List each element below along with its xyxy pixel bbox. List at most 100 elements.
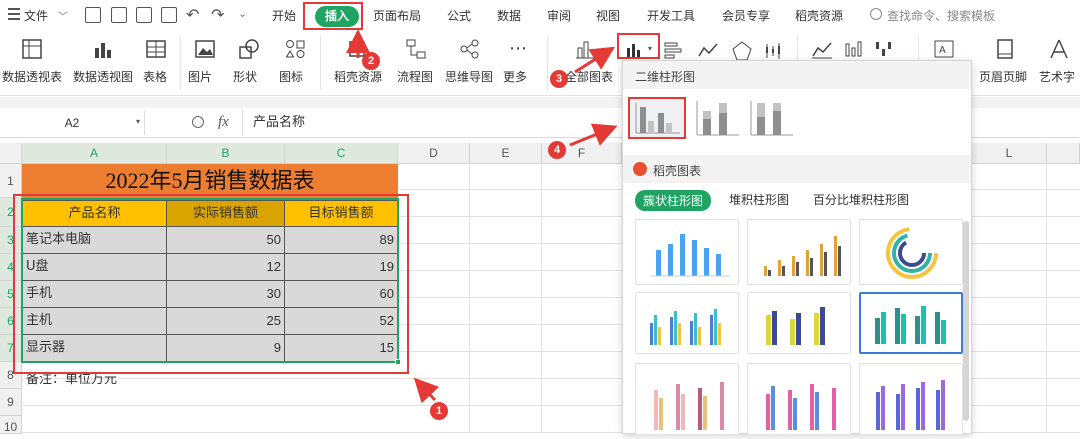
chart-template-thumb[interactable] [859, 292, 963, 354]
shape-button[interactable]: 形状 [233, 68, 257, 85]
radar-chart-icon[interactable] [731, 40, 753, 62]
mindmap-button[interactable]: 思维导图 [445, 68, 493, 85]
undo-icon[interactable]: ↶ [186, 5, 199, 24]
art-text-icon [1050, 39, 1068, 59]
more-chevron-icon[interactable]: ⌄ [238, 7, 247, 20]
pivot-chart-button[interactable]: 数据透视图 [73, 68, 133, 85]
subtab-stacked[interactable]: 堆积柱形图 [729, 191, 789, 208]
chart-template-thumb[interactable] [747, 292, 851, 354]
tab-member[interactable]: 会员专享 [722, 7, 770, 24]
file-menu[interactable]: 文件 [24, 7, 48, 24]
flowchart-button[interactable]: 流程图 [397, 68, 433, 85]
chevron-down-icon[interactable]: ﹀ [58, 8, 68, 23]
tab-review[interactable]: 审阅 [547, 7, 571, 24]
stacked-column-option[interactable] [693, 99, 743, 139]
chart-template-thumb[interactable] [859, 363, 963, 435]
chart-template-thumb[interactable] [635, 292, 739, 354]
name-box-value: A2 [64, 116, 80, 130]
redo-icon[interactable]: ↷ [211, 5, 224, 24]
more-icon: ⋯ [509, 38, 527, 59]
row-header-1[interactable]: 1 [0, 164, 22, 198]
line-chart-icon[interactable] [697, 40, 719, 62]
win-loss-icon[interactable] [873, 38, 895, 60]
column-header-d[interactable]: D [398, 143, 470, 164]
export-icon[interactable] [111, 7, 127, 23]
pivot-table-button[interactable]: 数据透视表 [2, 68, 62, 85]
fx-label[interactable]: fx [218, 114, 229, 131]
grid-col-line [1046, 164, 1047, 434]
clustered-column-thumb-icon [635, 103, 680, 134]
clustered-column-option[interactable] [628, 97, 686, 139]
tab-docer[interactable]: 稻壳资源 [795, 7, 843, 24]
name-box-dropdown-icon[interactable]: ▾ [136, 117, 140, 126]
column-header-e[interactable]: E [470, 143, 542, 164]
all-charts-button[interactable]: 全部图表 [565, 68, 613, 85]
column-header-b[interactable]: B [167, 143, 285, 164]
text-box-icon: A [934, 40, 954, 58]
header-footer-button[interactable]: 页眉页脚 [979, 68, 1027, 85]
chart-template-thumb[interactable] [635, 363, 739, 435]
zoom-search-icon[interactable] [192, 116, 204, 128]
template-chart-preview [766, 307, 825, 345]
mini-column-icon[interactable] [843, 38, 865, 60]
annotation-badge-4: 4 [548, 141, 566, 159]
tab-developer[interactable]: 开发工具 [647, 7, 695, 24]
template-chart-preview [650, 234, 730, 277]
sheet-title[interactable]: 2022年5月销售数据表 [22, 164, 398, 198]
icons-button[interactable]: 图标 [279, 68, 303, 85]
template-chart-preview [766, 384, 836, 430]
hamburger-icon[interactable] [8, 8, 20, 20]
stock-chart-icon[interactable] [763, 40, 785, 62]
template-chart-preview [876, 380, 945, 430]
template-chart-preview [654, 382, 724, 430]
column-header-m[interactable] [1047, 143, 1080, 164]
template-chart-preview [764, 236, 841, 276]
grid-col-line [541, 164, 542, 434]
annotation-badge-1: 1 [430, 402, 448, 420]
picture-button[interactable]: 图片 [188, 68, 212, 85]
tab-view[interactable]: 视图 [596, 7, 620, 24]
percent-stacked-column-option[interactable] [747, 99, 797, 139]
tab-home[interactable]: 开始 [272, 7, 296, 24]
command-search[interactable]: 查找命令、搜索模板 [887, 7, 995, 24]
template-chart-preview [875, 306, 946, 344]
art-text-button[interactable]: 艺术字 [1039, 68, 1075, 85]
docer-resource-button[interactable]: 稻壳资源 [334, 68, 382, 85]
shape-icon [239, 39, 259, 59]
chart-template-thumb[interactable] [635, 219, 739, 285]
chart-template-thumb[interactable] [747, 219, 851, 285]
save-icon[interactable] [85, 7, 101, 23]
table-button[interactable]: 表格 [143, 68, 167, 85]
column-header-l[interactable]: L [972, 143, 1047, 164]
ribbon-separator [320, 36, 321, 90]
panel-scrollbar[interactable] [963, 221, 969, 421]
print-icon[interactable] [136, 7, 152, 23]
chart-template-thumb[interactable] [747, 363, 851, 435]
sparkline-icon[interactable] [811, 38, 833, 60]
column-header-a[interactable]: A [22, 143, 167, 164]
column-chart-dropdown: 二维柱形图 稻壳图表 簇状柱形图 堆积柱形图 百分比堆积柱形图 [622, 60, 972, 435]
name-box[interactable]: A2 [0, 111, 145, 135]
tab-page-layout[interactable]: 页面布局 [373, 7, 421, 24]
ribbon-separator [180, 36, 181, 90]
select-all-corner[interactable] [0, 143, 22, 164]
subtab-percent-stacked[interactable]: 百分比堆积柱形图 [813, 191, 909, 208]
row-header-9[interactable]: 9 [0, 389, 22, 416]
ribbon-separator [547, 36, 548, 90]
preview-icon[interactable] [161, 7, 177, 23]
tab-formulas[interactable]: 公式 [447, 7, 471, 24]
mindmap-icon [460, 39, 479, 59]
search-icon[interactable] [870, 8, 882, 20]
template-chart-preview [886, 227, 938, 279]
subtab-clustered[interactable]: 簇状柱形图 [635, 190, 712, 211]
pivot-chart-icon [95, 43, 111, 58]
row-header-10[interactable]: 10 [0, 416, 22, 434]
tab-data[interactable]: 数据 [497, 7, 521, 24]
more-button[interactable]: 更多 [503, 68, 527, 85]
formula-input[interactable]: 产品名称 [242, 110, 622, 136]
annotation-badge-2: 2 [362, 52, 380, 70]
bar-chart-icon[interactable] [662, 40, 684, 62]
chart-template-thumb[interactable] [859, 219, 963, 285]
pivot-table-icon [22, 39, 42, 59]
column-header-c[interactable]: C [285, 143, 398, 164]
